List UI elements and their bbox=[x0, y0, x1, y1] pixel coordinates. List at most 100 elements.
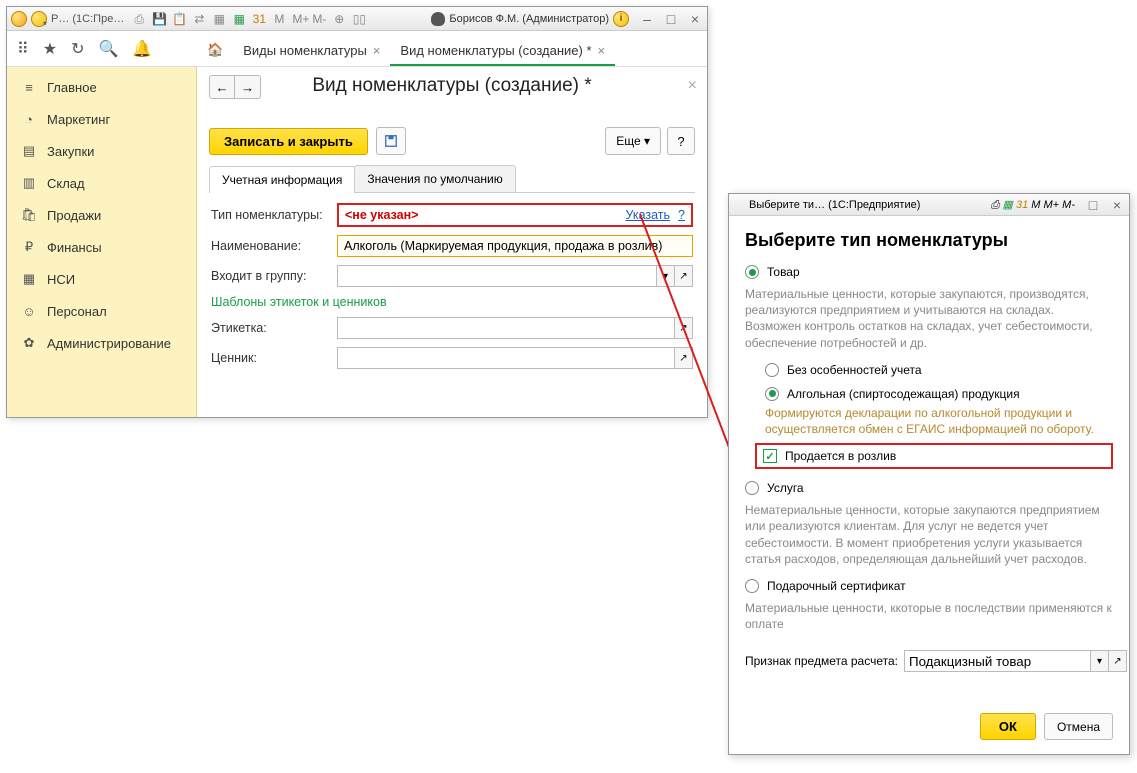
date-icon[interactable]: 31 bbox=[252, 12, 266, 26]
sidebar: ≡Главное ◔Маркетинг ▤Закупки ▥Склад 🛍Про… bbox=[7, 67, 197, 417]
save-button[interactable] bbox=[376, 127, 406, 155]
info-icon[interactable]: i bbox=[613, 11, 629, 27]
menu-icon: ≡ bbox=[21, 79, 37, 95]
save-icon[interactable]: 💾 bbox=[152, 12, 166, 26]
compare-icon[interactable]: ⇄ bbox=[192, 12, 206, 26]
copy-icon[interactable]: 📋 bbox=[172, 12, 186, 26]
app-menu-icon[interactable] bbox=[31, 11, 47, 27]
more-button[interactable]: Еще ▾ bbox=[605, 127, 661, 155]
type-dialog: Выберите ти… (1С:Предприятие) ⎙ ▦ 31 M M… bbox=[728, 193, 1130, 755]
mplus-icon[interactable]: M+ bbox=[1044, 199, 1060, 211]
user-name: Борисов Ф.М. (Администратор) bbox=[449, 13, 609, 25]
sidebar-item-nsi[interactable]: ▦НСИ bbox=[7, 263, 196, 295]
etiketka-input[interactable] bbox=[337, 317, 675, 339]
type-help-icon[interactable]: ? bbox=[678, 208, 685, 222]
user-badge[interactable]: Борисов Ф.М. (Администратор) bbox=[431, 12, 609, 26]
user-icon bbox=[431, 12, 445, 26]
group-combo[interactable]: ▾ ↗ bbox=[337, 265, 693, 287]
star-icon[interactable]: ★ bbox=[43, 39, 57, 59]
print-icon[interactable]: ⎙ bbox=[991, 199, 1000, 211]
zoom-icon[interactable]: ⊕ bbox=[332, 12, 346, 26]
radio-icon bbox=[745, 265, 759, 279]
tab-types[interactable]: Виды номенклатуры× bbox=[233, 37, 390, 66]
etiketka-combo[interactable]: ↗ bbox=[337, 317, 693, 339]
m-icon[interactable]: M bbox=[1031, 199, 1040, 211]
close-button[interactable]: × bbox=[687, 11, 703, 27]
type-specify-link[interactable]: Указать ? bbox=[625, 208, 685, 222]
radio-no-features[interactable]: Без особенностей учета bbox=[765, 363, 1113, 377]
mminus-icon[interactable]: M- bbox=[1062, 199, 1075, 211]
maximize-button[interactable]: □ bbox=[663, 11, 679, 27]
name-input[interactable]: Алкоголь (Маркируемая продукция, продажа… bbox=[337, 235, 693, 257]
templates-section[interactable]: Шаблоны этикеток и ценников bbox=[211, 295, 693, 309]
app-icon bbox=[11, 11, 27, 27]
apps-icon[interactable]: ⠿ bbox=[17, 39, 29, 59]
m-icon[interactable]: M bbox=[272, 12, 286, 26]
dialog-maximize-button[interactable]: □ bbox=[1085, 197, 1101, 213]
tovar-desc: Материальные ценности, которые закупаютс… bbox=[745, 286, 1113, 351]
page-close-icon[interactable]: × bbox=[688, 77, 697, 95]
label-etiketka: Этикетка: bbox=[211, 321, 331, 335]
date-icon[interactable]: 31 bbox=[1016, 199, 1028, 211]
tab-create[interactable]: Вид номенклатуры (создание) *× bbox=[390, 37, 615, 66]
alcohol-desc: Формируются декларации по алкогольной пр… bbox=[765, 405, 1113, 437]
close-icon[interactable]: × bbox=[373, 43, 381, 58]
sidebar-item-purchase[interactable]: ▤Закупки bbox=[7, 135, 196, 167]
rozliv-checkbox[interactable] bbox=[763, 449, 777, 463]
window-title: Р… (1С:Пре… bbox=[51, 13, 124, 25]
calc-icon[interactable]: ▦ bbox=[212, 12, 226, 26]
calendar-icon[interactable]: ▦ bbox=[232, 12, 246, 26]
name-label: Наименование: bbox=[211, 239, 331, 253]
help-button[interactable]: ? bbox=[667, 127, 695, 155]
open-icon[interactable]: ↗ bbox=[1109, 650, 1127, 672]
type-label: Тип номенклатуры: bbox=[211, 208, 331, 222]
history-icon[interactable]: ↻ bbox=[71, 39, 84, 59]
group-input[interactable] bbox=[337, 265, 657, 287]
sidebar-item-sales[interactable]: 🛍Продажи bbox=[7, 199, 196, 231]
save-close-button[interactable]: Записать и закрыть bbox=[209, 128, 368, 155]
cennik-input[interactable] bbox=[337, 347, 675, 369]
main-window: Р… (1С:Пре… ⎙ 💾 📋 ⇄ ▦ ▦ 31 M M+ M- ⊕ ▯▯ … bbox=[6, 6, 708, 418]
ok-button[interactable]: ОК bbox=[980, 713, 1036, 740]
sidebar-item-main[interactable]: ≡Главное bbox=[7, 71, 196, 103]
radio-alcohol[interactable]: Алгольная (спиртосодежащая) продукция bbox=[765, 387, 1113, 401]
mminus-icon[interactable]: M- bbox=[312, 12, 326, 26]
sidebar-item-admin[interactable]: ✿Администрирование bbox=[7, 327, 196, 359]
sidebar-item-marketing[interactable]: ◔Маркетинг bbox=[7, 103, 196, 135]
radio-icon bbox=[765, 363, 779, 377]
radio-usluga[interactable]: Услуга bbox=[745, 481, 1113, 495]
inner-tab-account[interactable]: Учетная информация bbox=[209, 166, 355, 193]
cancel-button[interactable]: Отмена bbox=[1044, 713, 1113, 740]
radio-icon bbox=[745, 481, 759, 495]
bell-icon[interactable]: 🔔 bbox=[132, 39, 152, 59]
sidebar-item-personnel[interactable]: ☺Персонал bbox=[7, 295, 196, 327]
priznak-combo[interactable]: ▾ ↗ bbox=[904, 650, 1127, 672]
dialog-heading: Выберите тип номенклатуры bbox=[745, 230, 1113, 251]
priznak-input[interactable] bbox=[904, 650, 1091, 672]
main-pane: ← → Вид номенклатуры (создание) * × Запи… bbox=[197, 67, 707, 417]
panels-icon[interactable]: ▯▯ bbox=[352, 12, 366, 26]
dialog-close-button[interactable]: × bbox=[1109, 197, 1125, 213]
open-icon[interactable]: ↗ bbox=[675, 265, 693, 287]
minimize-button[interactable]: – bbox=[639, 11, 655, 27]
close-icon[interactable]: × bbox=[598, 43, 606, 58]
radio-cert[interactable]: Подарочный сертификат bbox=[745, 579, 1113, 593]
radio-tovar[interactable]: Товар bbox=[745, 265, 1113, 279]
boxes-icon: ▤ bbox=[21, 143, 37, 159]
grid-icon: ▦ bbox=[21, 271, 37, 287]
chevron-down-icon[interactable]: ▾ bbox=[657, 265, 675, 287]
calendar-icon[interactable]: ▦ bbox=[1003, 199, 1013, 211]
chevron-down-icon[interactable]: ▾ bbox=[1091, 650, 1109, 672]
print-icon[interactable]: ⎙ bbox=[132, 12, 146, 26]
open-icon[interactable]: ↗ bbox=[675, 317, 693, 339]
cennik-combo[interactable]: ↗ bbox=[337, 347, 693, 369]
open-icon[interactable]: ↗ bbox=[675, 347, 693, 369]
sidebar-item-finance[interactable]: ₽Финансы bbox=[7, 231, 196, 263]
mplus-icon[interactable]: M+ bbox=[292, 12, 306, 26]
warehouse-icon: ▥ bbox=[21, 175, 37, 191]
sidebar-item-warehouse[interactable]: ▥Склад bbox=[7, 167, 196, 199]
app-toolbar: ⠿ ★ ↻ 🔍 🔔 🏠 Виды номенклатуры× Вид номен… bbox=[7, 31, 707, 67]
search-icon[interactable]: 🔍 bbox=[98, 39, 118, 59]
inner-tab-defaults[interactable]: Значения по умолчанию bbox=[354, 165, 515, 192]
tab-home[interactable]: 🏠 bbox=[197, 36, 233, 66]
